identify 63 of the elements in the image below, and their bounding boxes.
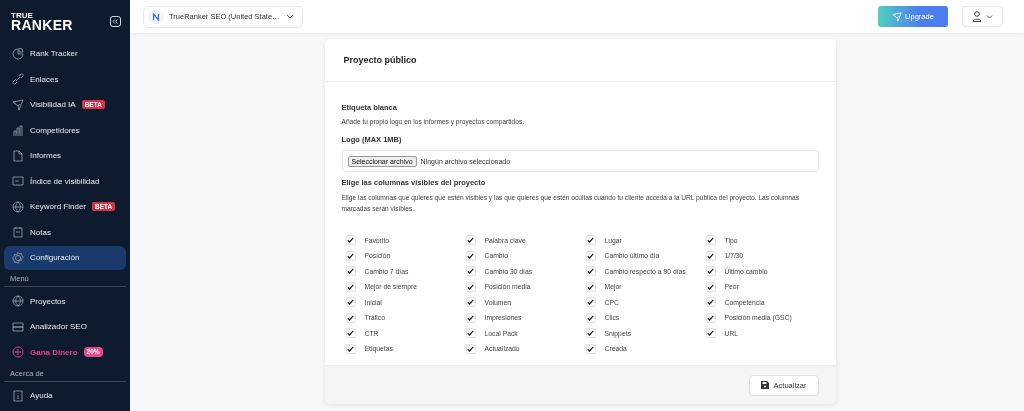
checkbox[interactable] <box>585 297 596 308</box>
checkbox[interactable] <box>465 343 476 354</box>
save-icon <box>760 381 769 389</box>
checkbox[interactable] <box>705 250 716 261</box>
checkbox[interactable] <box>585 312 596 323</box>
checkbox[interactable] <box>465 297 476 308</box>
checkbox[interactable] <box>345 328 356 339</box>
checkbox[interactable] <box>705 297 716 308</box>
sidebar-item[interactable]: Enlaces <box>4 67 126 91</box>
sidebar-item[interactable]: Rank Tracker <box>4 41 126 66</box>
sidebar-item[interactable]: Informes <box>4 143 126 168</box>
checkbox[interactable] <box>345 312 356 323</box>
checkbox[interactable] <box>465 328 476 339</box>
checkbox[interactable] <box>705 281 716 292</box>
sidebar-item[interactable]: Índice de visibilidad <box>4 169 126 193</box>
checkbox[interactable] <box>345 235 356 246</box>
logo-text: TRUE <box>11 11 34 19</box>
sidebar-item[interactable]: Configuración <box>4 245 126 270</box>
sidebar-item[interactable]: Proyectos <box>4 289 126 313</box>
logo-icon <box>149 9 163 24</box>
bars-icon <box>12 124 24 136</box>
globe-icon <box>12 200 24 213</box>
rocket-icon <box>892 11 903 22</box>
checkbox[interactable] <box>585 266 596 277</box>
server-icon <box>12 320 24 333</box>
checkbox[interactable] <box>345 281 356 292</box>
checkbox[interactable] <box>705 235 716 246</box>
checkbox[interactable] <box>705 312 716 323</box>
checkbox[interactable] <box>705 328 716 339</box>
checkbox[interactable] <box>465 235 476 246</box>
gear-icon <box>12 251 24 264</box>
checkbox[interactable] <box>585 250 596 261</box>
checkbox[interactable] <box>345 343 356 354</box>
checkbox[interactable] <box>585 328 596 339</box>
checkbox[interactable] <box>345 266 356 277</box>
sidebar-item[interactable]: Ayuda <box>4 383 126 408</box>
checkbox[interactable] <box>585 281 596 292</box>
globe-icon <box>12 295 24 307</box>
checkbox[interactable] <box>585 235 596 246</box>
user-icon <box>972 11 982 22</box>
card-title: Proyecto público <box>343 55 417 65</box>
chevron-icon <box>285 14 294 19</box>
file-icon <box>12 149 24 162</box>
chevron-icon <box>986 14 993 19</box>
checkbox[interactable] <box>705 266 716 277</box>
chart-icon <box>12 47 24 60</box>
checkbox[interactable] <box>465 312 476 323</box>
logo-text: RANKER <box>11 18 73 32</box>
user-menu-button[interactable] <box>962 6 1003 27</box>
sidebar-item[interactable]: Competidores <box>4 118 126 142</box>
sidebar-item[interactable]: Notas <box>4 220 126 244</box>
checkbox[interactable] <box>585 343 596 354</box>
note-icon <box>12 226 24 238</box>
collapse-icon[interactable] <box>110 16 121 27</box>
checkbox[interactable] <box>465 266 476 277</box>
rocket-icon <box>12 98 24 111</box>
checkbox[interactable] <box>345 250 356 261</box>
checkbox[interactable] <box>345 297 356 308</box>
info-icon <box>12 389 24 402</box>
checkbox[interactable] <box>465 281 476 292</box>
sidebar-item[interactable]: Analizador SEO <box>4 314 126 339</box>
link-icon <box>12 73 24 85</box>
checkbox[interactable] <box>465 250 476 261</box>
